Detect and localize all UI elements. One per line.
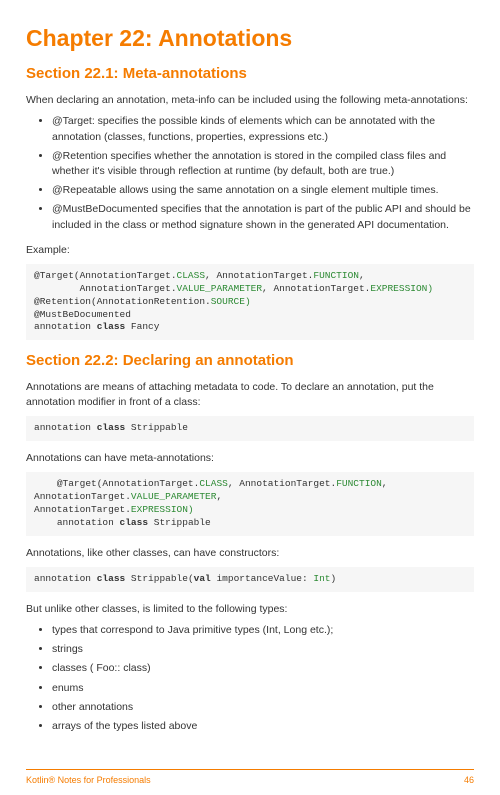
section-22-1-title: Section 22.1: Meta-annotations [26,63,474,85]
types-list: types that correspond to Java primitive … [26,623,474,734]
example-label: Example: [26,243,474,258]
list-item: @Repeatable allows using the same annota… [52,183,474,198]
list-item: types that correspond to Java primitive … [52,623,474,638]
code-block-1: @Target(AnnotationTarget.CLASS, Annotati… [26,264,474,340]
footer-left: Kotlin® Notes for Professionals [26,774,151,787]
list-item: classes ( Foo:: class) [52,661,474,676]
code-block-2: annotation class Strippable [26,416,474,441]
section-22-2-p4: But unlike other classes, is limited to … [26,602,474,617]
list-item: @MustBeDocumented specifies that the ann… [52,202,474,232]
section-22-2-p3: Annotations, like other classes, can hav… [26,546,474,561]
list-item: arrays of the types listed above [52,719,474,734]
section-22-2-title: Section 22.2: Declaring an annotation [26,350,474,372]
chapter-title: Chapter 22: Annotations [26,22,474,55]
code-block-3: @Target(AnnotationTarget.CLASS, Annotati… [26,472,474,535]
code-block-4: annotation class Strippable(val importan… [26,567,474,592]
list-item: other annotations [52,700,474,715]
list-item: enums [52,681,474,696]
meta-annotations-list: @Target: specifies the possible kinds of… [26,114,474,233]
page-number: 46 [464,774,474,787]
list-item: strings [52,642,474,657]
list-item: @Target: specifies the possible kinds of… [52,114,474,144]
list-item: @Retention specifies whether the annotat… [52,149,474,179]
section-22-1-intro: When declaring an annotation, meta-info … [26,93,474,108]
page-footer: Kotlin® Notes for Professionals 46 [26,769,474,787]
section-22-2-p1: Annotations are means of attaching metad… [26,380,474,410]
section-22-2-p2: Annotations can have meta-annotations: [26,451,474,466]
